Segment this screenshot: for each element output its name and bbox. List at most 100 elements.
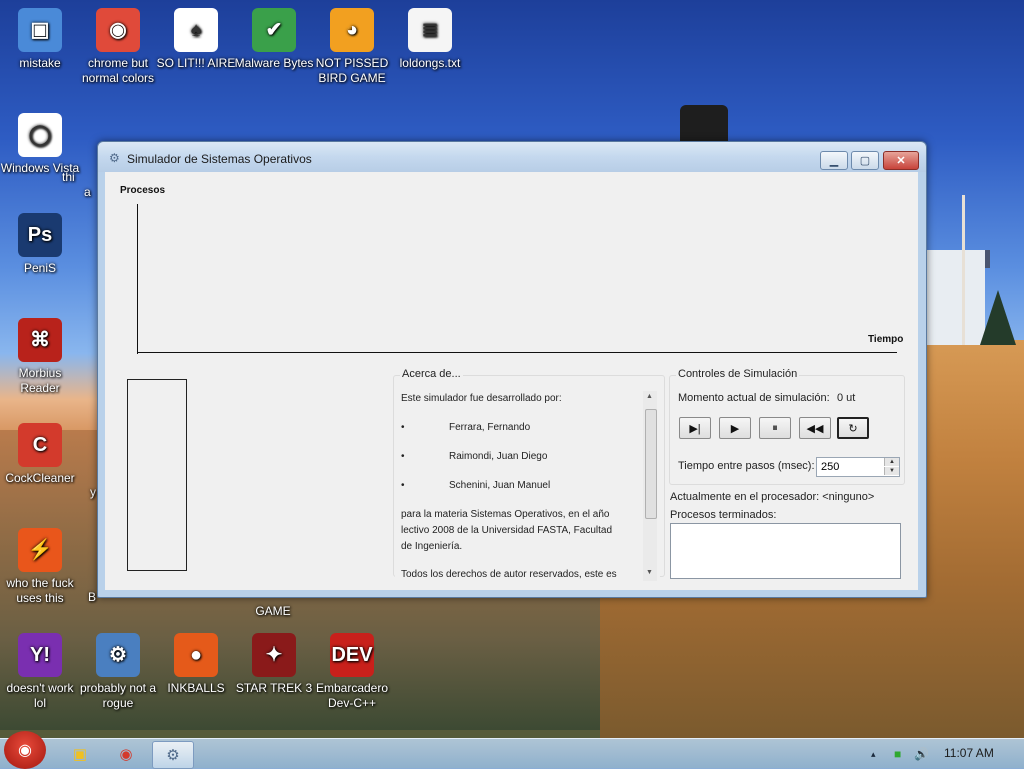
desktop-icon[interactable]: ✦ STAR TREK 3 (234, 633, 314, 696)
finished-processes-list[interactable] (670, 523, 901, 579)
desktop-icon[interactable]: Ps PeniS (0, 213, 80, 276)
desktop-icon-label: probably not a rogue (79, 681, 157, 710)
desktop-icon[interactable]: ⚡ who the fuck uses this (0, 528, 80, 606)
simulator-window[interactable]: ⚙ Simulador de Sistemas Operativos ▁ ▢ ✕… (97, 141, 927, 598)
chart-x-axis (137, 352, 897, 353)
desktop-icon-label: doesn't work lol (6, 681, 74, 710)
delay-input[interactable] (819, 459, 885, 475)
desktop-icon-image: ◉ (96, 8, 140, 52)
desktop-icon-image: ≣ (408, 8, 452, 52)
tray-volume-icon[interactable]: 🔊 (914, 747, 929, 761)
spin-down-icon[interactable]: ▼ (884, 467, 899, 475)
about-title: Acerca de... (400, 368, 463, 380)
taskbar-simulator-icon[interactable]: ⚙ (152, 741, 194, 769)
about-text-area[interactable]: Este simulador fue desarrollado por: • F… (395, 389, 660, 579)
desktop-icon-label: chrome but normal colors (81, 56, 155, 85)
rewind-button[interactable]: ◀◀ (799, 417, 831, 439)
bullet-icon: • (401, 451, 405, 462)
close-button[interactable]: ✕ (883, 151, 919, 170)
scroll-up-icon[interactable]: ▲ (646, 393, 653, 400)
desktop-icon-label: INKBALLS (167, 681, 225, 695)
about-scrollbar[interactable]: ▲ ▼ (643, 391, 657, 581)
desktop-icon-image: ⌘ (18, 318, 62, 362)
desktop-icon-label: CockCleaner (5, 471, 75, 485)
start-button[interactable]: ◉ (4, 731, 46, 769)
desktop-icon-label: loldongs.txt (399, 56, 461, 70)
scroll-thumb[interactable] (645, 409, 657, 519)
desktop-icon[interactable]: ◕ NOT PISSED BIRD GAME (312, 8, 392, 86)
finished-processes-label: Procesos terminados: (670, 509, 777, 521)
desktop-icon[interactable]: ⚙ probably not a rogue (78, 633, 158, 711)
desktop-icon-label: Morbius Reader (18, 366, 62, 395)
desktop-icon-image: ▣ (18, 8, 62, 52)
desktop-icon-image: ⚡ (18, 528, 62, 572)
minimize-button[interactable]: ▁ (820, 151, 848, 170)
tray-network-icon[interactable]: ■ (894, 747, 901, 761)
wallpaper-tree (980, 290, 1016, 345)
bullet-icon: • (401, 422, 405, 433)
desktop-icon-image: ● (174, 633, 218, 677)
wallpaper-house (925, 250, 985, 345)
app-gear-icon: ⚙ (109, 151, 120, 165)
about-group: Acerca de... Este simulador fue desarrol… (393, 368, 665, 581)
scroll-down-icon[interactable]: ▼ (646, 569, 653, 576)
desktop-icon-label: who the fuck uses this (6, 576, 74, 605)
pause-button[interactable]: ⏸ (759, 417, 791, 439)
desktop-icon-label: NOT PISSED BIRD GAME (315, 56, 389, 85)
spin-up-icon[interactable]: ▲ (884, 458, 899, 466)
chart-y-axis (137, 204, 138, 354)
tray-expand-icon[interactable]: ▴ (871, 749, 876, 760)
play-button[interactable]: ▶ (719, 417, 751, 439)
desktop-icon-image: ✔ (252, 8, 296, 52)
desktop-icon[interactable]: Y! doesn't work lol (0, 633, 80, 711)
window-titlebar[interactable]: ⚙ Simulador de Sistemas Operativos ▁ ▢ ✕ (98, 142, 926, 172)
about-body-line: de Ingeniería. (401, 541, 463, 552)
window-title: Simulador de Sistemas Operativos (127, 152, 312, 166)
author-1: Ferrara, Fernando (449, 422, 531, 433)
desktop-icon[interactable]: ◯ Windows Vista (0, 113, 80, 176)
delay-label: Tiempo entre pasos (msec): (678, 460, 815, 472)
about-intro: Este simulador fue desarrollado por: (401, 393, 562, 404)
partial-icon-label: thi (62, 170, 75, 184)
desktop-icon[interactable]: C CockCleaner (0, 423, 80, 486)
controls-title: Controles de Simulación (676, 368, 800, 380)
desktop-icon[interactable]: ≣ loldongs.txt (390, 8, 470, 71)
desktop-icon[interactable]: ● INKBALLS (156, 633, 236, 696)
bullet-icon: • (401, 480, 405, 491)
desktop-icon-image: ◯ (18, 113, 62, 157)
process-queue-panel (127, 379, 187, 571)
reset-button[interactable]: ↻ (837, 417, 869, 439)
cpu-status-label: Actualmente en el procesador: <ninguno> (670, 491, 875, 503)
desktop-icon[interactable]: ✔ Malware Bytes (234, 8, 314, 71)
desktop-icon-label: SO LIT!!! AIRE (156, 56, 236, 70)
taskbar-chrome-icon[interactable]: ◉ (106, 741, 146, 767)
maximize-button[interactable]: ▢ (851, 151, 879, 170)
desktop-icon[interactable]: ◉ chrome but normal colors (78, 8, 158, 86)
desktop-icon-label: STAR TREK 3 (235, 681, 313, 695)
desktop-icon-image: Ps (18, 213, 62, 257)
taskbar-clock[interactable]: 11:07 AM (944, 746, 994, 760)
desktop-icon-image: DEV (330, 633, 374, 677)
about-footer: Todos los derechos de autor reservados, … (401, 569, 617, 579)
desktop-icon[interactable]: ⌘ Morbius Reader (0, 318, 80, 396)
about-body-line: lectivo 2008 de la Universidad FASTA, Fa… (401, 525, 613, 536)
author-2: Raimondi, Juan Diego (449, 451, 548, 462)
desktop-icon-label: mistake (19, 56, 61, 70)
taskbar-explorer-icon[interactable]: ▣ (60, 741, 100, 767)
moment-value: 0 ut (837, 392, 856, 404)
author-3: Schenini, Juan Manuel (449, 480, 551, 491)
window-client-area: Procesos Tiempo Acerca de... Este simula… (105, 172, 918, 590)
desktop-icon-image: ⚙ (96, 633, 140, 677)
desktop-icon[interactable]: DEV Embarcadero Dev-C++ (312, 633, 392, 711)
desktop-icon-image: ♠ (174, 8, 218, 52)
step-button[interactable]: ▶| (679, 417, 711, 439)
wallpaper-lighthouse (680, 105, 728, 145)
desktop-icon[interactable]: ▣ mistake (0, 8, 80, 71)
delay-spinner[interactable]: ▲ ▼ (816, 457, 900, 477)
desktop-icon-label: PeniS (23, 261, 57, 275)
desktop-icon-image: ◕ (330, 8, 374, 52)
chart-y-label: Procesos (120, 185, 166, 196)
chart-x-label: Tiempo (868, 334, 904, 345)
desktop-icon-image: Y! (18, 633, 62, 677)
desktop-icon[interactable]: ♠ SO LIT!!! AIRE (156, 8, 236, 71)
